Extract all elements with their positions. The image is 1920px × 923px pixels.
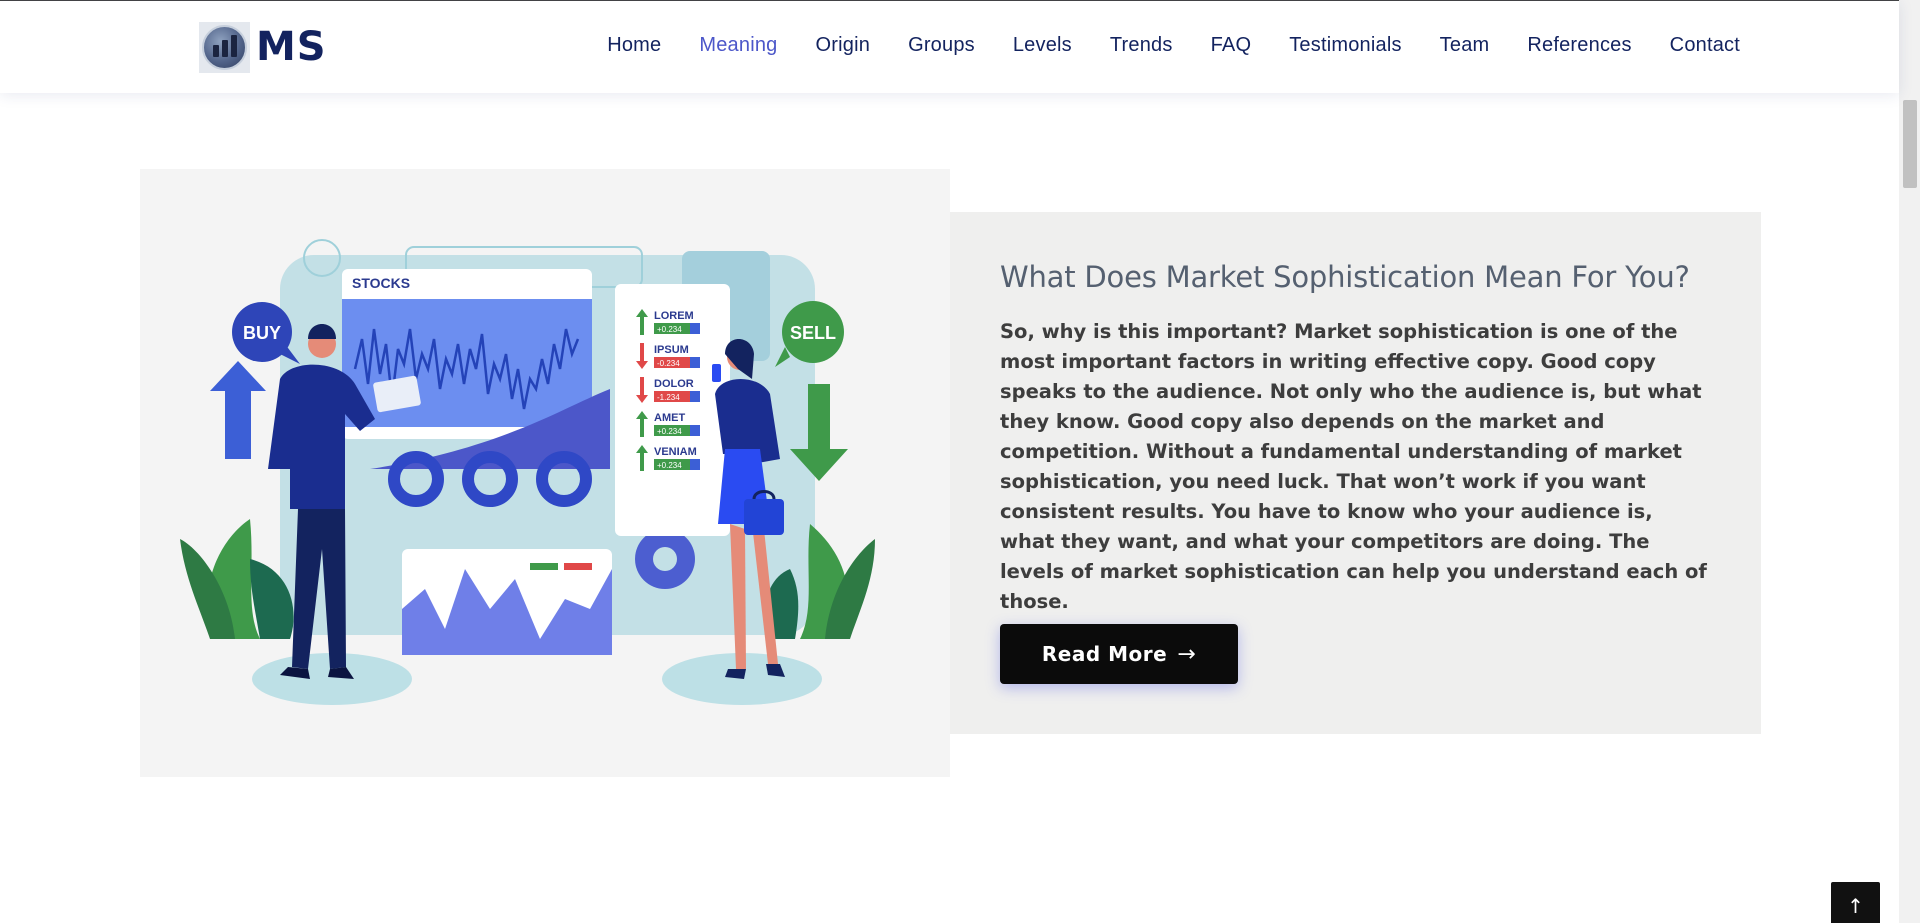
meaning-card: What Does Market Sophistication Mean For…	[950, 212, 1761, 734]
nav-faq[interactable]: FAQ	[1211, 34, 1252, 57]
svg-text:BUY: BUY	[243, 323, 281, 343]
ticker-name: IPSUM	[654, 344, 689, 356]
nav-meaning[interactable]: Meaning	[699, 34, 777, 57]
ticker-change: +0.234	[657, 461, 682, 470]
nav-trends[interactable]: Trends	[1110, 34, 1173, 57]
nav-groups[interactable]: Groups	[908, 34, 975, 57]
nav-contact[interactable]: Contact	[1670, 34, 1740, 57]
section-body: So, why is this important? Market sophis…	[1000, 320, 1707, 613]
back-to-top-button[interactable]: ↑	[1831, 882, 1880, 923]
ticker-change: -0.234	[657, 359, 680, 368]
stock-trading-illustration: STOCKS LOREM +0.234 IPSUM -0.234 DOLOR -1.234…	[140, 169, 950, 777]
logo-text: MS	[256, 24, 327, 70]
site-logo[interactable]: MS	[199, 21, 327, 73]
stocks-label: STOCKS	[352, 275, 410, 291]
ticker-name: DOLOR	[654, 378, 694, 390]
ticker-change: +0.234	[657, 325, 682, 334]
section-title: What Does Market Sophistication Mean For…	[1000, 260, 1690, 294]
site-header: MS Home Meaning Origin Groups Levels Tre…	[0, 1, 1899, 93]
nav-references[interactable]: References	[1527, 34, 1631, 57]
ticker-change: +0.234	[657, 427, 682, 436]
scrollbar-thumb[interactable]	[1903, 100, 1917, 188]
ticker-name: AMET	[654, 412, 685, 424]
svg-text:SELL: SELL	[790, 323, 836, 343]
nav-home[interactable]: Home	[607, 34, 661, 57]
main-nav: Home Meaning Origin Groups Levels Trends…	[569, 34, 1740, 57]
ticker-name: VENIAM	[654, 446, 697, 458]
ticker-change: -1.234	[657, 393, 680, 402]
buy-arrow-icon	[210, 361, 266, 459]
read-more-button[interactable]: Read More →	[1000, 624, 1238, 684]
nav-origin[interactable]: Origin	[816, 34, 871, 57]
ticker-name: LOREM	[654, 310, 694, 322]
read-more-label: Read More	[1041, 642, 1168, 666]
nav-team[interactable]: Team	[1440, 34, 1490, 57]
arrow-right-icon: →	[1177, 641, 1197, 667]
arrow-up-icon: ↑	[1847, 894, 1864, 918]
nav-testimonials[interactable]: Testimonials	[1289, 34, 1401, 57]
logo-chart-icon	[199, 21, 250, 73]
nav-levels[interactable]: Levels	[1013, 34, 1072, 57]
plant-left	[180, 519, 294, 639]
